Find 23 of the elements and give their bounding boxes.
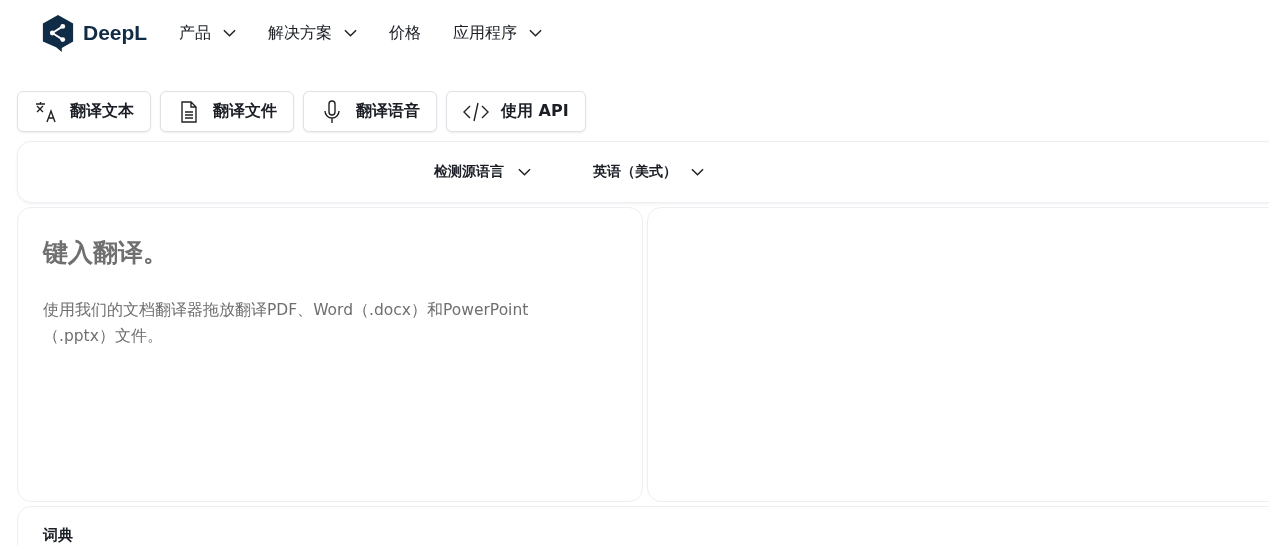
logo-text: DeepL [83, 21, 148, 45]
source-text-panel[interactable]: 键入翻译。 使用我们的文档翻译器拖放翻译PDF、Word（.docx）和PowerPoint（.pptx）文件。 [17, 207, 643, 502]
mode-tab[interactable]: 翻译文件 [160, 91, 294, 132]
target-language-dropdown[interactable]: 英语（美式） [587, 162, 710, 182]
chevron-down-icon [518, 168, 531, 176]
document-hint: 使用我们的文档翻译器拖放翻译PDF、Word（.docx）和PowerPoint（.pptx）文件。 [43, 300, 530, 347]
source-language-dropdown[interactable]: 检测源语言 [428, 162, 537, 182]
nav-menu-item[interactable]: 产品 [175, 18, 241, 48]
chevron-down-icon [344, 29, 358, 37]
mode-tab[interactable]: 翻译文本 [17, 91, 151, 132]
chevron-down-icon [529, 29, 543, 37]
nav-menu-item[interactable]: 价格 [385, 18, 426, 48]
logo-icon [41, 13, 75, 53]
nav-menu-item[interactable]: 解决方案 [264, 18, 362, 48]
deepl-logo[interactable]: DeepL [41, 13, 148, 53]
translate-icon [34, 99, 58, 124]
dictionary-title: 词典 [43, 526, 73, 544]
mode-tab[interactable]: 翻译语音 [303, 91, 437, 132]
chevron-down-icon [691, 168, 704, 176]
source-placeholder: 键入翻译。 [43, 237, 169, 269]
nav-menu-item[interactable]: 应用程序 [449, 18, 547, 48]
mode-tab[interactable]: 使用 API [446, 91, 586, 132]
chevron-down-icon [223, 29, 237, 37]
